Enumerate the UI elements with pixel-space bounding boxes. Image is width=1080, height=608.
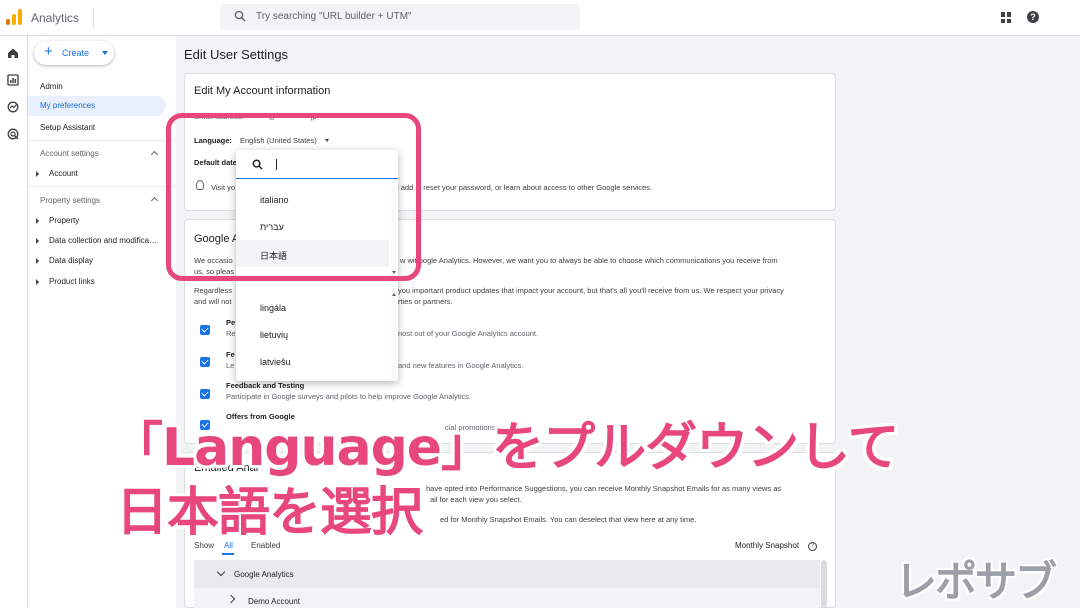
visit-text-end: l add s, reset your password, or learn a…	[397, 183, 653, 192]
create-label: Create	[62, 48, 90, 58]
create-button[interactable]: + Create	[34, 41, 114, 65]
language-option[interactable]: lietuvių	[236, 321, 389, 348]
option-desc: Le	[226, 361, 235, 370]
chevron-right-icon[interactable]	[226, 594, 236, 604]
divider	[93, 8, 94, 28]
sidebar-item-setup-assistant[interactable]: Setup Assistant	[40, 123, 95, 132]
sidebar-item-admin[interactable]: Admin	[40, 82, 63, 91]
expand-arrow-icon[interactable]	[36, 258, 39, 264]
chevron-down-icon[interactable]	[216, 567, 226, 577]
paragraph-text: w wit oogle Analytics. However, we want …	[400, 256, 778, 265]
language-option[interactable]: lingála	[236, 294, 389, 321]
paragraph-text: Regardless	[194, 286, 232, 295]
caption-line-1: 「Language」をプルダウンして	[111, 418, 900, 478]
home-icon[interactable]	[7, 47, 19, 59]
section-property-settings[interactable]: Property settings	[40, 196, 100, 205]
top-bar: Analytics Try searching "URL builder + U…	[0, 0, 1080, 36]
page-title: Edit User Settings	[184, 47, 289, 62]
option-title: Feedback and Testing	[226, 381, 305, 390]
expand-arrow-icon[interactable]	[36, 279, 39, 285]
option-title: Fe	[226, 350, 235, 359]
checkbox-feedback-testing[interactable]	[200, 389, 210, 399]
app-name[interactable]: Analytics	[31, 11, 79, 25]
option-desc: Participate in Google surveys and pilots…	[226, 392, 472, 401]
paragraph-text: ed for Monthly Snapshot Emails. You can …	[440, 515, 697, 524]
account-card-title: Edit My Account information	[194, 85, 331, 97]
paragraph-text: you important product updates that impac…	[398, 286, 784, 295]
expand-arrow-icon[interactable]	[36, 171, 39, 177]
sidebar-item-my-preferences[interactable]: My preferences	[28, 96, 166, 116]
search-placeholder: Try searching "URL builder + UTM"	[256, 11, 412, 22]
chevron-up-icon[interactable]	[150, 150, 159, 159]
watermark-logo: レポサブ	[895, 557, 1057, 606]
table-row[interactable]: Demo Account	[194, 588, 820, 608]
scroll-up-icon[interactable]	[392, 293, 396, 296]
scrollbar[interactable]	[821, 560, 827, 608]
sidebar-item-label: My preferences	[40, 101, 96, 110]
option-desc: Re	[226, 329, 236, 338]
left-rail	[0, 36, 28, 608]
checkbox-features[interactable]	[200, 357, 210, 367]
explore-icon[interactable]	[7, 101, 19, 113]
apps-grid-icon[interactable]	[1001, 12, 1012, 23]
highlight-frame	[166, 113, 421, 281]
chevron-up-icon[interactable]	[150, 196, 159, 205]
language-option[interactable]: latviešu	[236, 348, 389, 375]
sidebar-item-data-display[interactable]: Data display	[49, 256, 93, 265]
advertising-icon[interactable]	[7, 128, 19, 140]
paragraph-text: and will not	[194, 297, 232, 306]
table-group-label: Google Analytics	[234, 570, 294, 579]
info-icon[interactable]: ?	[808, 542, 817, 551]
expand-arrow-icon[interactable]	[36, 238, 39, 244]
analytics-logo-icon[interactable]	[6, 9, 22, 25]
option-title: Pe	[226, 318, 236, 327]
caption-line-2: 日本語を選択	[116, 483, 423, 543]
divider	[28, 140, 176, 141]
search-icon	[234, 10, 246, 22]
option-desc: and new features in Google Analytics.	[398, 361, 524, 370]
expand-arrow-icon[interactable]	[36, 218, 39, 224]
paragraph-text: rties or partners.	[398, 297, 453, 306]
section-account-settings[interactable]: Account settings	[40, 149, 99, 158]
table-child-label: Demo Account	[248, 597, 301, 606]
search-bar[interactable]: Try searching "URL builder + UTM"	[220, 4, 580, 30]
divider	[28, 186, 176, 187]
sidebar-item-account[interactable]: Account	[49, 169, 78, 178]
sidebar-item-product-links[interactable]: Product links	[49, 277, 95, 286]
sidebar-item-data-collection[interactable]: Data collection and modifica…	[49, 236, 157, 245]
paragraph-text: ail for each view you select.	[430, 495, 522, 504]
help-icon[interactable]: ?	[1027, 11, 1039, 23]
monthly-snapshot-header: Monthly Snapshot	[735, 541, 800, 550]
sidebar-item-property[interactable]: Property	[49, 216, 79, 225]
option-desc: nost out of your Google Analytics accoun…	[398, 329, 539, 338]
paragraph-text: have opted into Performance Suggestions,…	[426, 484, 782, 493]
tab-indicator	[222, 553, 234, 555]
caret-down-icon	[102, 51, 108, 55]
reports-icon[interactable]	[7, 74, 19, 86]
table-row[interactable]: Google Analytics	[194, 560, 820, 588]
checkbox-performance[interactable]	[200, 325, 210, 335]
plus-icon: +	[44, 43, 53, 60]
